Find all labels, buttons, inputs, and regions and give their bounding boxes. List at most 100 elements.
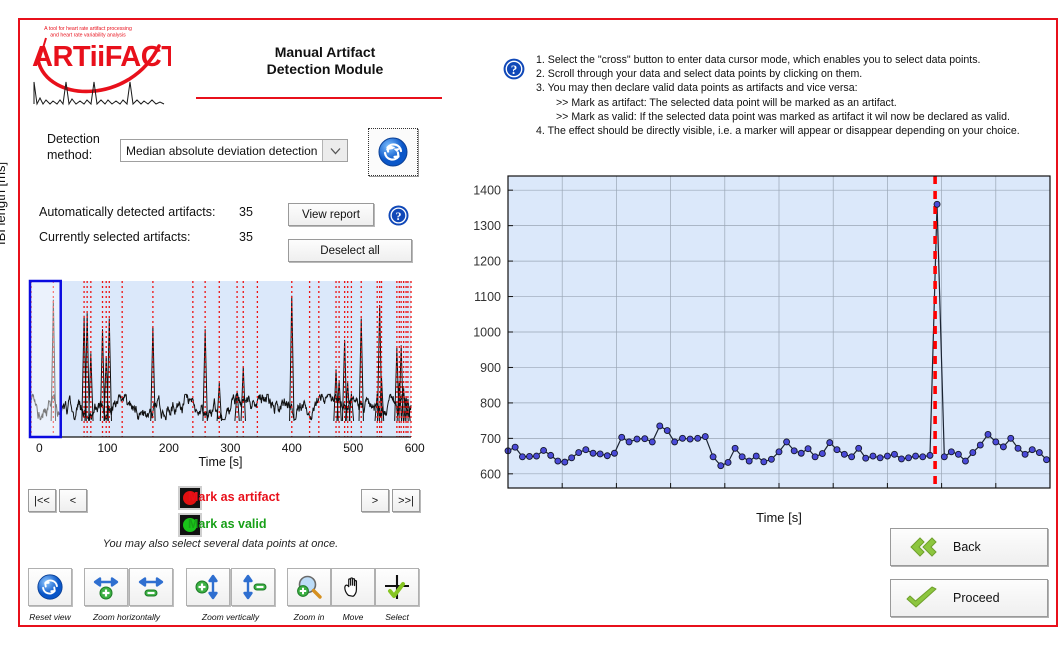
chart-data-point[interactable]	[663, 427, 671, 435]
chart-data-point[interactable]	[848, 453, 856, 461]
chart-data-point[interactable]	[1021, 450, 1029, 458]
chart-data-point[interactable]	[568, 454, 576, 462]
chart-data-point[interactable]	[898, 455, 905, 463]
chart-data-point[interactable]	[954, 450, 962, 458]
chart-data-point[interactable]	[526, 453, 533, 460]
chart-data-point[interactable]	[641, 435, 649, 443]
chart-data-point[interactable]	[724, 459, 732, 466]
chart-data-point[interactable]	[826, 439, 834, 447]
chart-data-point[interactable]	[610, 449, 618, 457]
chart-y-tick-label: 1100	[474, 290, 501, 304]
chart-data-point[interactable]	[752, 452, 760, 460]
chart-data-point[interactable]	[862, 454, 870, 462]
chart-data-point[interactable]	[554, 457, 562, 465]
select-button[interactable]	[375, 568, 419, 606]
chart-data-point[interactable]	[818, 450, 826, 458]
chart-data-point[interactable]	[790, 447, 798, 455]
chart-data-point[interactable]	[905, 454, 912, 462]
chart-data-point[interactable]	[984, 431, 992, 438]
nav-prev-button[interactable]: <	[59, 489, 87, 512]
chart-data-point[interactable]	[969, 449, 977, 456]
chart-data-point[interactable]	[919, 453, 927, 461]
move-button[interactable]	[331, 568, 375, 606]
chart-data-point[interactable]	[883, 452, 891, 460]
detection-method-select[interactable]: Median absolute deviation detection	[120, 139, 348, 162]
chart-data-point[interactable]	[582, 446, 590, 454]
zoom-horizontally-in-button[interactable]	[84, 568, 128, 606]
chart-data-point[interactable]	[671, 438, 679, 446]
chart-data-point[interactable]	[540, 446, 548, 454]
chart-data-point[interactable]	[912, 452, 920, 460]
view-report-button[interactable]: View report	[288, 203, 374, 226]
ibi-chart[interactable]: 6007008009001000110012001300140005101520…	[455, 170, 1055, 490]
chart-data-point[interactable]	[767, 455, 775, 463]
chart-data-point[interactable]	[656, 422, 664, 430]
chart-data-point[interactable]	[992, 438, 1000, 446]
chart-data-point[interactable]	[1035, 449, 1043, 456]
chart-data-point[interactable]	[575, 449, 583, 456]
zoom-in-button[interactable]	[287, 568, 331, 606]
chart-data-point[interactable]	[804, 445, 812, 453]
detection-method-value: Median absolute deviation detection	[126, 143, 318, 158]
nav-last-button[interactable]: >>|	[392, 489, 420, 512]
recalculate-button[interactable]	[368, 128, 418, 176]
deselect-all-button[interactable]: Deselect all	[288, 239, 412, 262]
chart-data-point[interactable]	[625, 438, 633, 446]
chart-data-point[interactable]	[797, 449, 805, 457]
chart-data-point[interactable]	[745, 457, 753, 465]
chart-data-point[interactable]	[947, 448, 955, 456]
zoom-vertically-in-button[interactable]	[186, 568, 230, 606]
zoom-vertically-out-button[interactable]	[231, 568, 275, 606]
chart-data-point[interactable]	[648, 438, 656, 446]
chart-data-point[interactable]	[694, 434, 702, 442]
chart-data-point[interactable]	[686, 435, 694, 443]
chart-data-point[interactable]	[738, 453, 746, 461]
proceed-button[interactable]: Proceed	[890, 579, 1048, 617]
chart-data-point[interactable]	[731, 444, 739, 452]
chart-data-point[interactable]	[518, 453, 526, 461]
reset-view-button[interactable]	[28, 568, 72, 606]
chart-data-point[interactable]	[561, 458, 569, 466]
chart-data-point[interactable]	[926, 451, 934, 459]
chart-data-point[interactable]	[679, 434, 686, 442]
chart-data-point[interactable]	[533, 452, 540, 460]
chart-data-point[interactable]	[855, 444, 863, 452]
overview-selection-window[interactable]	[28, 279, 62, 439]
chart-data-point[interactable]	[876, 454, 884, 462]
zoom-horizontally-out-button[interactable]	[129, 568, 173, 606]
chart-data-point[interactable]	[833, 446, 841, 454]
nav-next-button[interactable]: >	[361, 489, 389, 512]
instructions-help-icon: ?	[502, 57, 526, 81]
chart-data-point[interactable]	[596, 450, 604, 458]
chart-data-point[interactable]	[547, 451, 555, 459]
chart-data-point[interactable]	[940, 453, 948, 461]
detection-method-label-line2: method:	[47, 148, 93, 162]
chart-data-point[interactable]	[511, 443, 519, 451]
chart-data-point[interactable]	[618, 433, 626, 441]
chart-data-point[interactable]	[962, 457, 969, 465]
chart-data-point[interactable]	[840, 450, 848, 458]
chart-data-point[interactable]	[933, 200, 941, 208]
back-button[interactable]: Back	[890, 528, 1048, 566]
chart-data-point[interactable]	[976, 441, 984, 449]
chart-data-point[interactable]	[589, 449, 597, 457]
chart-data-point[interactable]	[1007, 434, 1015, 442]
chart-data-point[interactable]	[1028, 446, 1036, 454]
nav-first-button[interactable]: |<<	[28, 489, 56, 512]
chart-data-point[interactable]	[811, 453, 819, 461]
chart-data-point[interactable]	[603, 452, 611, 460]
chart-data-point[interactable]	[891, 450, 898, 458]
chart-data-point[interactable]	[783, 438, 791, 446]
chart-data-point[interactable]	[775, 448, 783, 456]
chart-data-point[interactable]	[717, 462, 725, 470]
chart-data-point[interactable]	[1043, 456, 1050, 464]
chart-data-point[interactable]	[633, 435, 641, 443]
chart-data-point[interactable]	[1014, 444, 1022, 452]
overview-plot[interactable]	[28, 279, 413, 442]
chart-data-point[interactable]	[709, 453, 717, 461]
report-help-button[interactable]: ?	[386, 203, 411, 228]
chart-data-point[interactable]	[701, 433, 709, 441]
chart-data-point[interactable]	[869, 452, 877, 460]
chart-data-point[interactable]	[999, 443, 1007, 451]
chart-data-point[interactable]	[760, 458, 768, 466]
